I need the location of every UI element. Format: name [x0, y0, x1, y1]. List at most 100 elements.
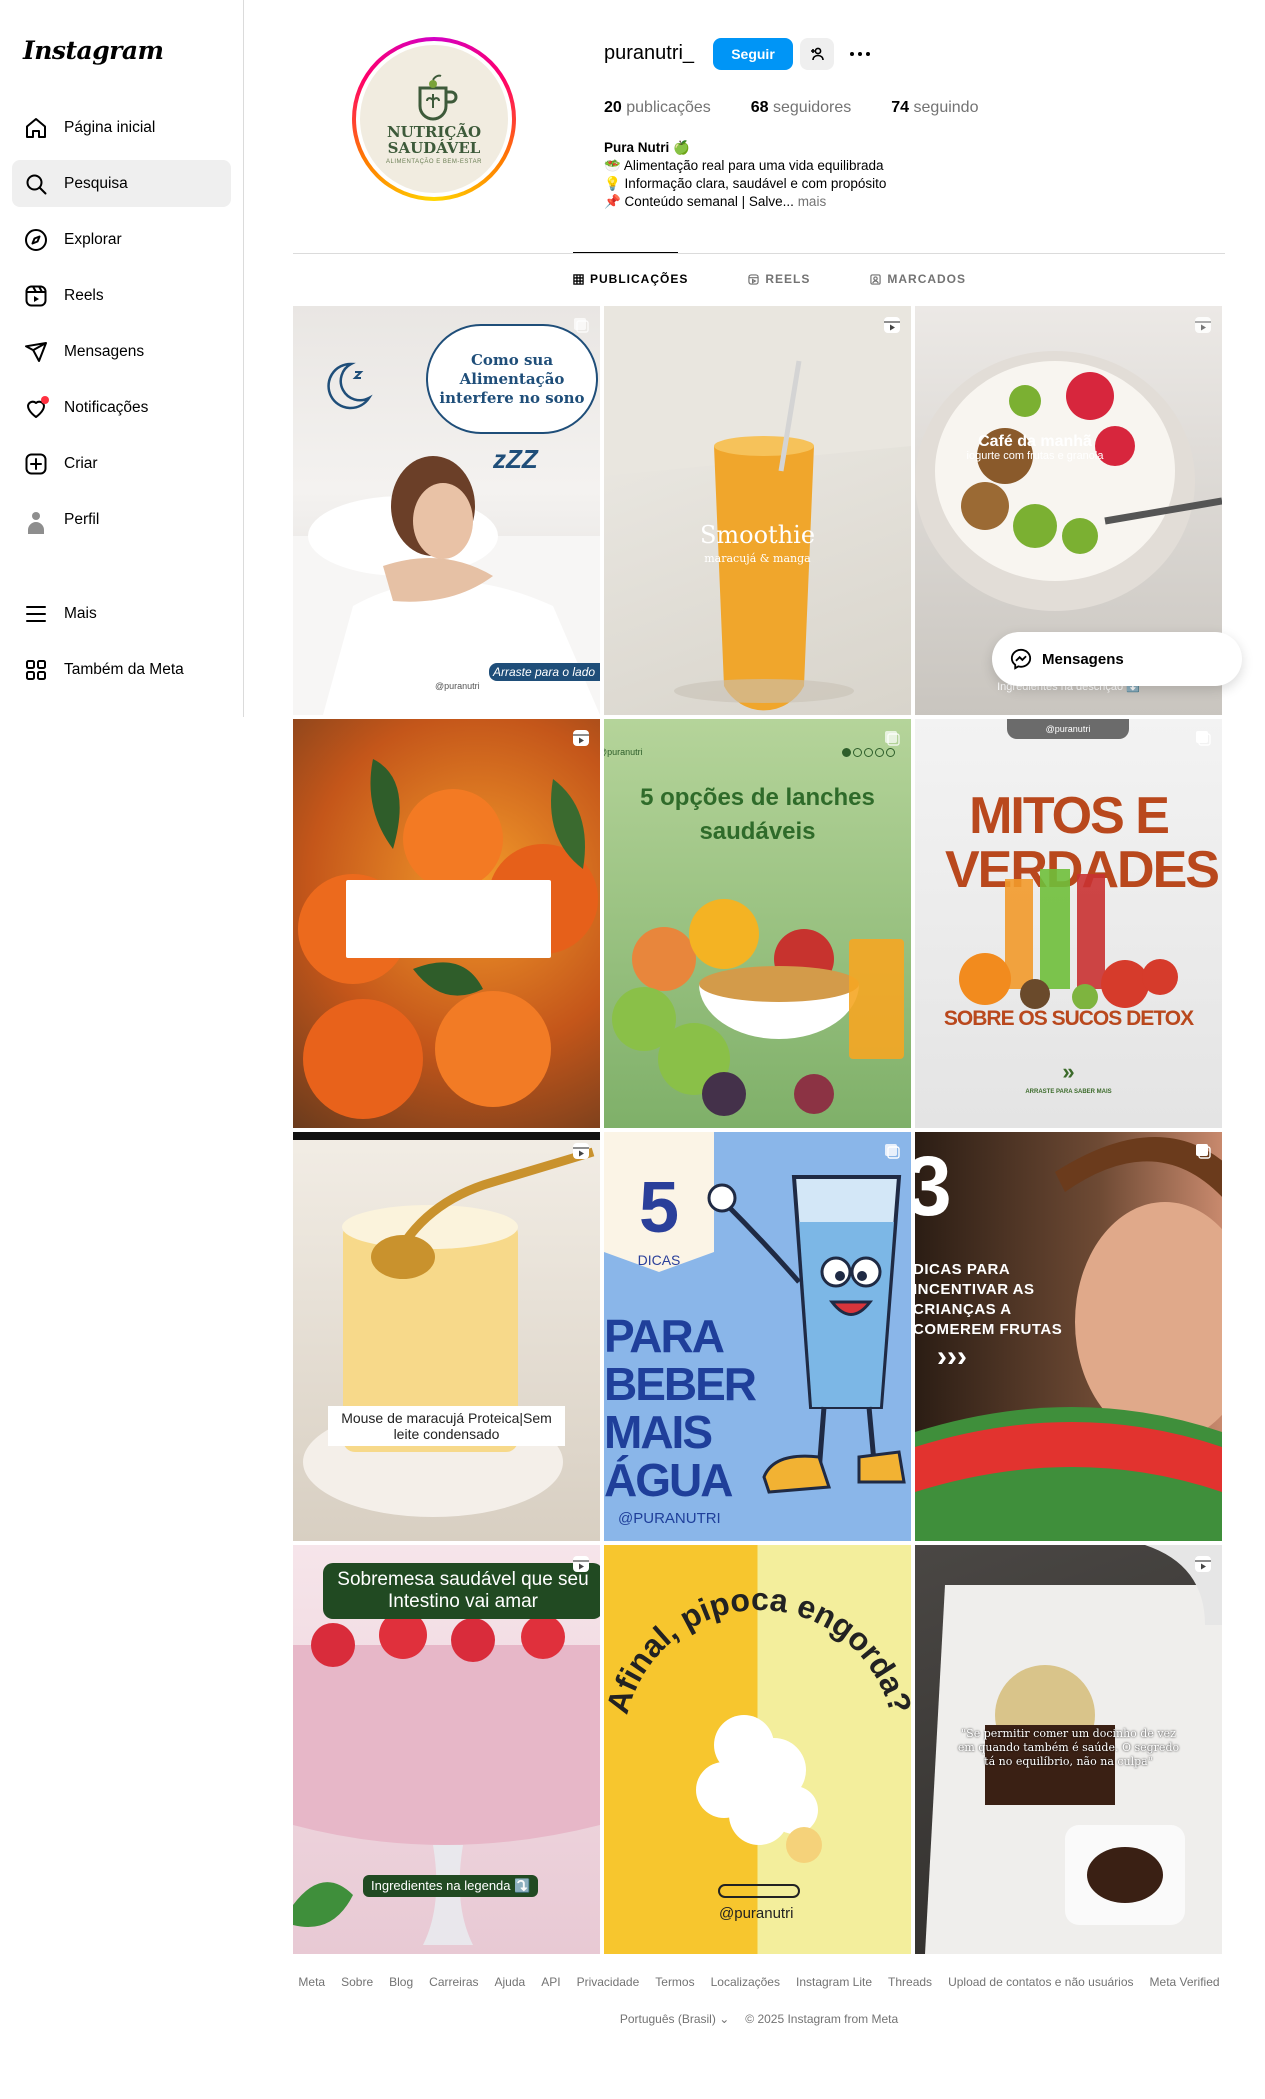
post-healthy-snacks[interactable]: @puranutri 5 opções de lanches saudáveis: [604, 719, 911, 1128]
sidebar-item-reels[interactable]: Reels: [12, 272, 231, 319]
tagged-icon: [870, 273, 882, 285]
sidebar-item-also-from-meta[interactable]: Também da Meta: [12, 646, 231, 693]
footer-links: Meta Sobre Blog Carreiras Ajuda API Priv…: [293, 1975, 1225, 1989]
footer-link[interactable]: Instagram Lite: [796, 1975, 872, 1989]
language-label: Português (Brasil): [619, 2012, 716, 2026]
sidebar: Instagram Página inicial Pesquisa Explor…: [0, 0, 244, 717]
sidebar-bottom-nav: Mais Também da Meta: [12, 590, 231, 702]
active-tab-indicator: [573, 252, 678, 253]
sidebar-item-label: Explorar: [64, 230, 122, 248]
profile-logo-text-1: NUTRIÇÃO: [386, 122, 482, 141]
suggest-users-button[interactable]: [800, 38, 834, 70]
posts-grid: Como sua Alimentação interfere no sono z…: [293, 306, 1222, 1954]
post-smoothie[interactable]: Smoothie maracujá & manga: [604, 306, 911, 715]
footer-link[interactable]: API: [541, 1975, 560, 1989]
bio-line: 💡 Informação clara, saudável e com propó…: [604, 176, 887, 191]
detox-juices-illustration: [959, 869, 1178, 1009]
profile-tabs: PUBLICAÇÕES REELS MARCADOS: [573, 272, 1026, 286]
profile-logo-tagline: ALIMENTAÇÃO E BEM-ESTAR: [386, 158, 482, 165]
post-title: 5 opções de lanches saudáveis: [640, 784, 875, 845]
footer-link[interactable]: Blog: [389, 1975, 413, 1989]
footer-link[interactable]: Carreiras: [429, 1975, 478, 1989]
carousel-icon: [883, 729, 901, 747]
post-subtitle: iogurte com frutas e granola: [966, 450, 1104, 462]
tab-label: PUBLICAÇÕES: [590, 272, 689, 286]
following-stat[interactable]: 74 seguindo: [891, 99, 978, 117]
sidebar-item-search[interactable]: Pesquisa: [12, 160, 231, 207]
meta-apps-icon: [24, 658, 48, 682]
post-healthy-dessert[interactable]: Sobremesa saudável que seu Intestino vai…: [293, 1545, 600, 1954]
post-drink-water[interactable]: 5 DICAS PARA BEBER MAIS ÁGUA @PURANUTRI: [604, 1132, 911, 1541]
post-footer-text: Ingredientes na legenda ⤵️: [363, 1875, 539, 1897]
post-title: Café da manhã: [978, 433, 1092, 450]
instagram-logo[interactable]: Instagram: [23, 36, 164, 65]
footer-link[interactable]: Upload de contatos e não usuários: [948, 1975, 1133, 1989]
sidebar-item-home[interactable]: Página inicial: [12, 104, 231, 151]
followers-stat[interactable]: 68 seguidores: [751, 99, 852, 117]
post-title-line: ÁGUA: [604, 1454, 733, 1506]
footer-link[interactable]: Privacidade: [577, 1975, 640, 1989]
footer-link[interactable]: Termos: [655, 1975, 694, 1989]
sidebar-item-profile[interactable]: Perfil: [12, 496, 231, 543]
tab-label: REELS: [765, 272, 811, 286]
footer-link[interactable]: Ajuda: [495, 1975, 526, 1989]
bio-line: 🥗 Alimentação real para uma vida equilib…: [604, 158, 884, 173]
post-tangerines[interactable]: [293, 719, 600, 1128]
sidebar-item-more[interactable]: Mais: [12, 590, 231, 637]
svg-text:Afinal, pipoca engorda?: Afinal, pipoca engorda?: [604, 1581, 911, 1718]
profile-avatar[interactable]: NUTRIÇÃO SAUDÁVEL ALIMENTAÇÃO E BEM-ESTA…: [352, 37, 516, 201]
post-handle: @puranutri: [604, 747, 643, 757]
sidebar-item-label: Notificações: [64, 398, 149, 416]
post-arrows: »: [1062, 1059, 1075, 1084]
sidebar-item-create[interactable]: Criar: [12, 440, 231, 487]
footer-link[interactable]: Localizações: [711, 1975, 780, 1989]
post-sleep[interactable]: Como sua Alimentação interfere no sono z…: [293, 306, 600, 715]
more-options-button[interactable]: [846, 42, 874, 66]
post-dicas-label: DICAS: [637, 1252, 681, 1268]
reel-icon: [883, 316, 901, 334]
messages-floating-button[interactable]: Mensagens: [992, 632, 1242, 686]
footer-link[interactable]: Threads: [888, 1975, 932, 1989]
footer-link[interactable]: Sobre: [341, 1975, 373, 1989]
post-handle: @puranutri: [719, 1905, 794, 1922]
post-title-line: BEBER: [604, 1358, 757, 1410]
carousel-icon: [572, 316, 590, 334]
reel-icon: [572, 1142, 590, 1160]
post-kids-fruits[interactable]: 3 DICAS PARA INCENTIVAR AS CRIANÇAS A CO…: [915, 1132, 1222, 1541]
language-selector[interactable]: Português (Brasil) ⌄: [620, 2012, 729, 2026]
post-dessert-balance[interactable]: "Se permitir comer um docinho de vez em …: [915, 1545, 1222, 1954]
tab-posts[interactable]: PUBLICAÇÕES: [573, 272, 688, 286]
profile-username[interactable]: puranutri_: [604, 42, 694, 65]
post-text: DICAS PARA INCENTIVAR AS CRIANÇAS A COME…: [915, 1261, 1063, 1338]
profile-bio: Pura Nutri 🍏 🥗 Alimentação real para uma…: [604, 139, 886, 211]
tab-tagged[interactable]: MARCADOS: [870, 272, 966, 286]
heart-icon: [24, 395, 49, 420]
sidebar-item-explore[interactable]: Explorar: [12, 216, 231, 263]
chevron-down-icon: ⌄: [719, 2012, 730, 2026]
tab-reels[interactable]: REELS: [748, 272, 810, 286]
carousel-icon: [1194, 729, 1212, 747]
post-popcorn[interactable]: Afinal, pipoca engorda? @puranutri: [604, 1545, 911, 1954]
footer-link[interactable]: Meta: [298, 1975, 325, 1989]
post-passion-mousse[interactable]: Mouse de maracujá Proteica|Sem leite con…: [293, 1132, 600, 1541]
reels-icon: [24, 284, 48, 308]
sidebar-item-label: Criar: [64, 454, 98, 472]
post-swipe-label: ARRASTE PARA SABER MAIS: [1025, 1089, 1112, 1095]
post-arrows: ›››: [937, 1340, 967, 1373]
follow-button[interactable]: Seguir: [713, 38, 793, 70]
sidebar-item-notifications[interactable]: Notificações: [12, 384, 231, 431]
post-myths-truths[interactable]: @puranutri MITOS E VERDADES SOBRE OS SUC…: [915, 719, 1222, 1128]
reel-icon: [1194, 1555, 1212, 1573]
messenger-icon: [1010, 648, 1032, 670]
post-quote: "Se permitir comer um docinho de vez em …: [957, 1727, 1180, 1768]
messages-floating-label: Mensagens: [1042, 650, 1124, 668]
post-title: Smoothie: [699, 521, 816, 549]
bio-more-link[interactable]: mais: [798, 194, 827, 209]
create-icon: [24, 452, 48, 476]
grid-icon: [573, 273, 584, 285]
profile-stats: 20 publicações 68 seguidores 74 seguindo: [604, 99, 978, 117]
footer-link[interactable]: Meta Verified: [1150, 1975, 1220, 1989]
sidebar-item-messages[interactable]: Mensagens: [12, 328, 231, 375]
post-blank-panel: [346, 880, 551, 958]
post-thought-bubble: Como sua Alimentação interfere no sono: [426, 324, 598, 434]
